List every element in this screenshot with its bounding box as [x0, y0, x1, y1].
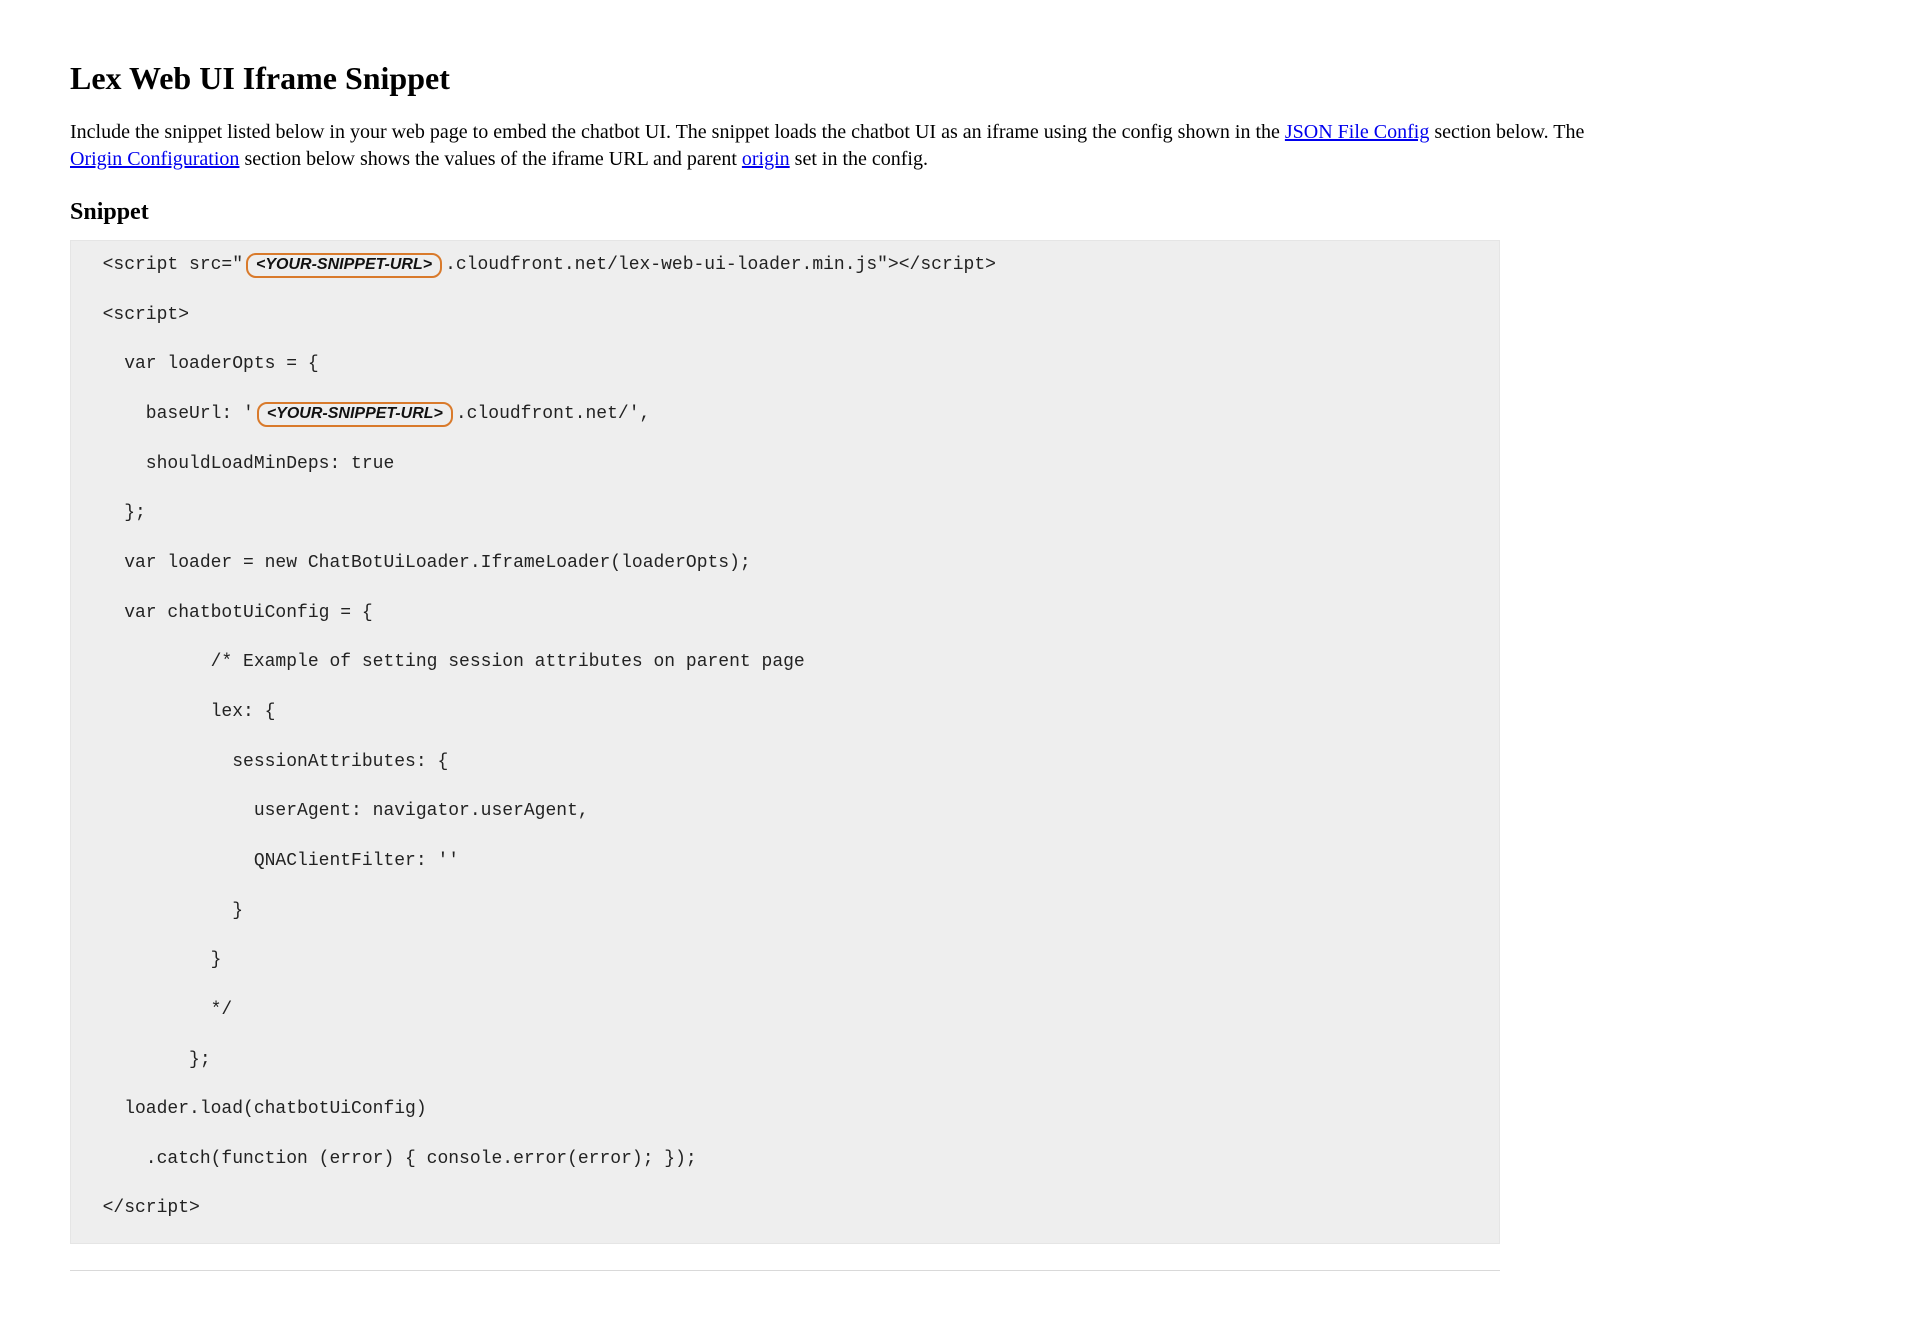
code-line: <script>: [81, 303, 1489, 328]
intro-text-2: section below. The: [1429, 121, 1584, 143]
code-line: */: [81, 998, 1489, 1023]
code-line: shouldLoadMinDeps: true: [81, 452, 1489, 477]
link-json-file-config[interactable]: JSON File Config: [1285, 121, 1429, 143]
code-line: }: [81, 899, 1489, 924]
intro-paragraph: Include the snippet listed below in your…: [70, 119, 1630, 173]
link-origin[interactable]: origin: [742, 148, 790, 170]
code-line: loader.load(chatbotUiConfig): [81, 1097, 1489, 1122]
code-line: baseUrl: '<YOUR-SNIPPET-URL>.cloudfront.…: [81, 402, 1489, 427]
intro-text-3: section below shows the values of the if…: [239, 148, 741, 170]
code-line: }: [81, 948, 1489, 973]
intro-text-4: set in the config.: [790, 148, 928, 170]
code-line: </script>: [81, 1196, 1489, 1221]
snippet-url-placeholder: <YOUR-SNIPPET-URL>: [246, 253, 442, 278]
link-origin-configuration[interactable]: Origin Configuration: [70, 148, 239, 170]
code-line: lex: {: [81, 700, 1489, 725]
intro-text-1: Include the snippet listed below in your…: [70, 121, 1285, 143]
section-divider: [70, 1270, 1500, 1271]
code-snippet-block: <script src="<YOUR-SNIPPET-URL>.cloudfro…: [70, 240, 1500, 1244]
code-line: };: [81, 1048, 1489, 1073]
code-line: };: [81, 501, 1489, 526]
code-line: sessionAttributes: {: [81, 750, 1489, 775]
code-line: userAgent: navigator.userAgent,: [81, 799, 1489, 824]
code-line: /* Example of setting session attributes…: [81, 650, 1489, 675]
code-line: <script src="<YOUR-SNIPPET-URL>.cloudfro…: [81, 253, 1489, 278]
code-text: .cloudfront.net/lex-web-ui-loader.min.js…: [445, 255, 996, 275]
code-line: .catch(function (error) { console.error(…: [81, 1147, 1489, 1172]
code-line: var chatbotUiConfig = {: [81, 601, 1489, 626]
code-text: .cloudfront.net/',: [456, 404, 650, 424]
page-title: Lex Web UI Iframe Snippet: [70, 60, 1835, 97]
code-text: <script src=": [81, 255, 243, 275]
snippet-url-placeholder: <YOUR-SNIPPET-URL>: [257, 402, 453, 427]
code-text: baseUrl: ': [81, 404, 254, 424]
snippet-heading: Snippet: [70, 199, 1835, 226]
code-line: QNAClientFilter: '': [81, 849, 1489, 874]
code-line: var loader = new ChatBotUiLoader.IframeL…: [81, 551, 1489, 576]
code-line: var loaderOpts = {: [81, 352, 1489, 377]
document-page: Lex Web UI Iframe Snippet Include the sn…: [0, 0, 1905, 1331]
